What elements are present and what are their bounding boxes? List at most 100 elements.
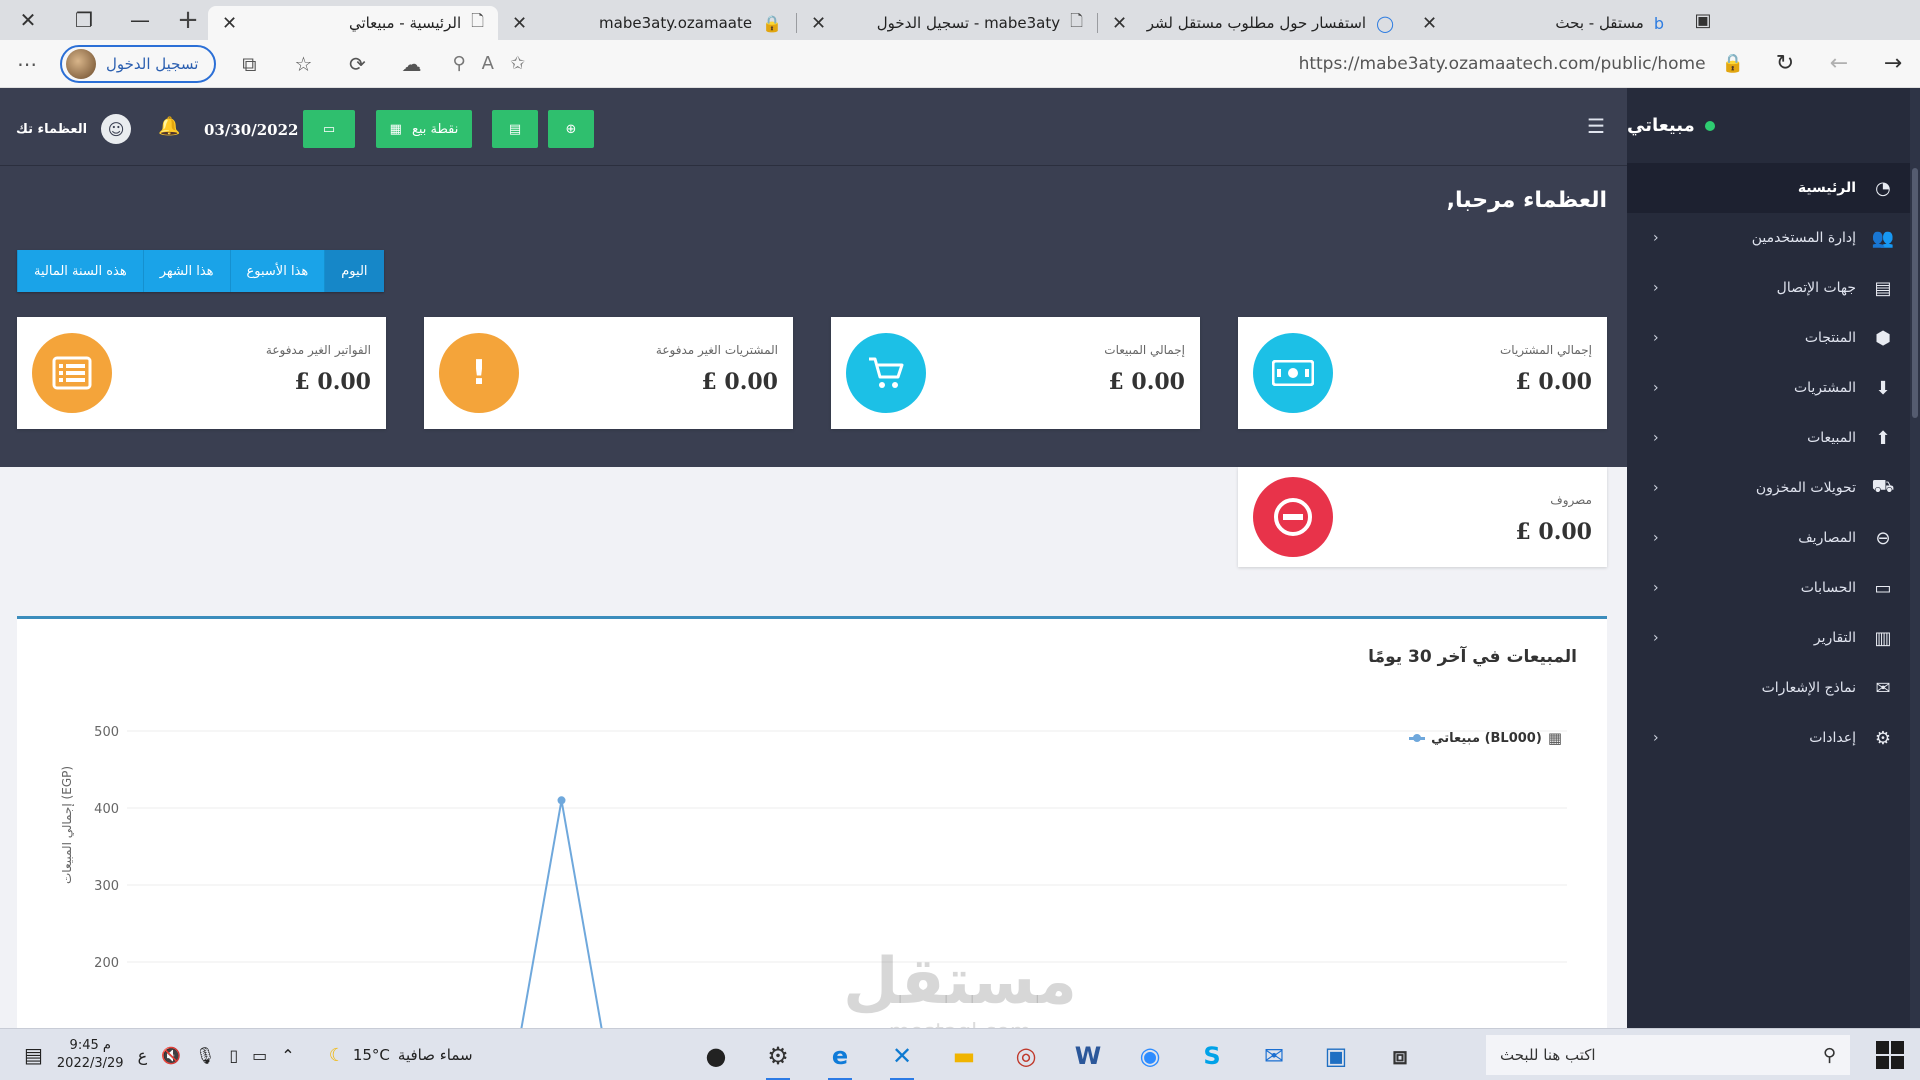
restore-window-icon[interactable]: ❐ — [56, 0, 112, 40]
tab-login[interactable]: 🗋 mabe3aty - تسجيل الدخول ✕ — [797, 6, 1097, 40]
period-button[interactable]: هذه السنة المالية — [17, 250, 143, 292]
tab-actions-icon[interactable]: ▣ — [1678, 0, 1728, 40]
obs-icon[interactable]: ● — [692, 1037, 740, 1075]
period-button[interactable]: اليوم — [324, 250, 384, 292]
close-tab-icon[interactable]: ✕ — [512, 13, 527, 34]
mail-icon[interactable]: ✉ — [1250, 1037, 1298, 1075]
add-favorite-icon[interactable]: ✩ — [510, 53, 525, 74]
close-window-icon[interactable]: ✕ — [0, 0, 56, 40]
edge-icon[interactable]: e — [816, 1037, 864, 1080]
money-icon: ▭ — [1874, 577, 1892, 599]
microphone-icon[interactable]: 🎙 — [195, 1046, 215, 1065]
sidebar-item[interactable]: ⬢ المنتجات ‹ — [1627, 313, 1920, 363]
tab-search[interactable]: b مستقل - بحث ✕ — [1408, 6, 1678, 40]
chevron-left-icon: ‹ — [1653, 330, 1659, 346]
weather-widget[interactable]: سماء صافية 15°C ☾ — [329, 1045, 473, 1066]
collections-icon[interactable]: ⧉ — [222, 52, 276, 76]
notifications-icon[interactable]: ▤ — [24, 1043, 43, 1067]
minus-circle-icon — [1253, 477, 1333, 557]
cog-icon: ⚙ — [1874, 727, 1892, 749]
sidebar-item[interactable]: ⚙ إعدادات ‹ — [1627, 713, 1920, 763]
extensions-icon[interactable]: ☁ — [384, 52, 438, 76]
close-tab-icon[interactable]: ✕ — [222, 13, 237, 34]
plus-circle-icon: ⊕ — [565, 121, 577, 137]
close-tab-icon[interactable]: ✕ — [811, 13, 826, 34]
settings-icon[interactable]: ⚙ — [754, 1037, 802, 1080]
scrollbar-thumb[interactable] — [1912, 168, 1918, 418]
tab-mabe3aty-domain[interactable]: 🔒 mabe3aty.ozamaate ✕ — [498, 6, 796, 40]
back-icon[interactable]: ← — [1812, 40, 1866, 88]
sidebar-scrollbar[interactable] — [1910, 88, 1920, 1028]
clock[interactable]: 9:45 م 2022/3/29 — [57, 1037, 124, 1073]
favorites-icon[interactable]: ☆ — [276, 52, 330, 76]
add-button[interactable]: ⊕ — [548, 110, 594, 148]
vscode-icon[interactable]: ✕ — [878, 1037, 926, 1080]
browser-essentials-icon[interactable]: ⟳ — [330, 52, 384, 76]
more-options-icon[interactable]: ⋯ — [0, 52, 54, 76]
battery-icon[interactable]: ▯ — [229, 1046, 238, 1065]
top-bar: ☰ ☺ العظماء تك 🔔 03/30/2022 ▭ ▦ نقطة بيع… — [0, 88, 1627, 166]
sidebar-item[interactable]: ⛟ تحويلات المخزون ‹ — [1627, 463, 1920, 513]
sidebar-item[interactable]: ◔ الرئيسية — [1627, 163, 1920, 213]
sidebar-item[interactable]: ⬇ المشتريات ‹ — [1627, 363, 1920, 413]
sidebar-item[interactable]: ⊖ المصاريف ‹ — [1627, 513, 1920, 563]
word-icon[interactable]: W — [1064, 1037, 1112, 1075]
minus-circle-icon: ⊖ — [1875, 527, 1891, 549]
bell-icon[interactable]: 🔔 — [158, 116, 180, 137]
tab-inquiry[interactable]: ◯ استفسار حول مطلوب مستقل لشر ✕ — [1098, 6, 1408, 40]
volume-muted-icon[interactable]: 🔇 — [161, 1046, 181, 1065]
close-tab-icon[interactable]: ✕ — [1422, 13, 1437, 34]
data-point[interactable] — [557, 796, 566, 805]
show-hidden-icons-icon[interactable]: ⌃ — [281, 1046, 294, 1065]
avatar — [66, 48, 96, 79]
card-total-sales: إجمالي المبيعات £ 0.00 — [831, 317, 1200, 429]
period-button[interactable]: هذا الأسبوع — [229, 250, 325, 292]
brand[interactable]: مبيعاتي — [1627, 88, 1920, 163]
new-tab-button[interactable]: + — [168, 0, 208, 40]
zoom-icon[interactable]: ◉ — [1126, 1037, 1174, 1075]
zoom-icon[interactable]: ⚲ — [452, 53, 465, 74]
store-icon[interactable]: ▣ — [1312, 1037, 1360, 1075]
users-icon: 👥 — [1871, 227, 1895, 249]
sidebar-item[interactable]: ▥ التقارير ‹ — [1627, 613, 1920, 663]
page-icon: 🗋 — [471, 10, 484, 30]
pos-button[interactable]: ▦ نقطة بيع — [376, 110, 472, 148]
sidebar-menu: ◔ الرئيسية 👥 إدارة المستخدمين ‹ ▤ جهات الإتصال… — [1627, 163, 1920, 763]
arrow-circle-down-icon: ⬇ — [1875, 377, 1891, 399]
task-view-icon[interactable]: ⧈ — [1376, 1037, 1424, 1075]
moon-icon: ☾ — [328, 1044, 345, 1066]
user-menu[interactable]: ☺ العظماء تك — [16, 114, 132, 144]
cash-register-button[interactable]: ▭ — [303, 110, 355, 148]
pos-icon: ▦ — [389, 121, 402, 137]
taskbar-search[interactable]: ⚲ اكتب هنا للبحث — [1486, 1035, 1850, 1075]
forward-icon[interactable]: → — [1866, 40, 1920, 88]
refresh-icon[interactable]: ↻ — [1758, 40, 1812, 88]
sidebar-item[interactable]: ▤ جهات الإتصال ‹ — [1627, 263, 1920, 313]
windows-start-icon[interactable] — [1876, 1041, 1904, 1069]
calculator-button[interactable]: ▤ — [492, 110, 538, 148]
tab-home[interactable]: 🗋 الرئيسية - مبيعاتي ✕ — [208, 6, 498, 40]
lock-icon[interactable]: 🔒 — [1722, 53, 1744, 74]
sidebar-item[interactable]: ▭ الحسابات ‹ — [1627, 563, 1920, 613]
address-book-icon: ▤ — [1874, 277, 1892, 299]
read-aloud-icon[interactable]: A — [482, 53, 494, 74]
menu-toggle-icon[interactable]: ☰ — [1587, 114, 1605, 138]
calculator-icon: ▤ — [508, 121, 522, 137]
period-button[interactable]: هذا الشهر — [142, 250, 230, 292]
minimize-window-icon[interactable]: — — [112, 0, 168, 40]
network-icon[interactable]: ▭ — [252, 1046, 267, 1065]
language-indicator[interactable]: ع — [138, 1046, 148, 1065]
y-tick-label: 500 — [94, 725, 119, 740]
dashboard-icon: ◔ — [1875, 177, 1891, 199]
url-field[interactable]: ⚲ A ✩ https://mabe3aty.ozamaatech.com/pu… — [438, 46, 1758, 82]
sidebar-item[interactable]: ⬆ المبيعات ‹ — [1627, 413, 1920, 463]
close-tab-icon[interactable]: ✕ — [1112, 13, 1127, 34]
chrome-canary-icon[interactable]: ◎ — [1002, 1037, 1050, 1075]
sidebar-item[interactable]: ✉ نماذج الإشعارات — [1627, 663, 1920, 713]
sidebar-item[interactable]: 👥 إدارة المستخدمين ‹ — [1627, 213, 1920, 263]
profile-button[interactable]: تسجيل الدخول — [60, 44, 217, 83]
url-text[interactable]: https://mabe3aty.ozamaatech.com/public/h… — [1299, 54, 1706, 74]
sidebar-item-label: التقارير — [1813, 630, 1856, 646]
file-explorer-icon[interactable]: ▬ — [940, 1037, 988, 1075]
skype-icon[interactable]: S — [1188, 1037, 1236, 1075]
